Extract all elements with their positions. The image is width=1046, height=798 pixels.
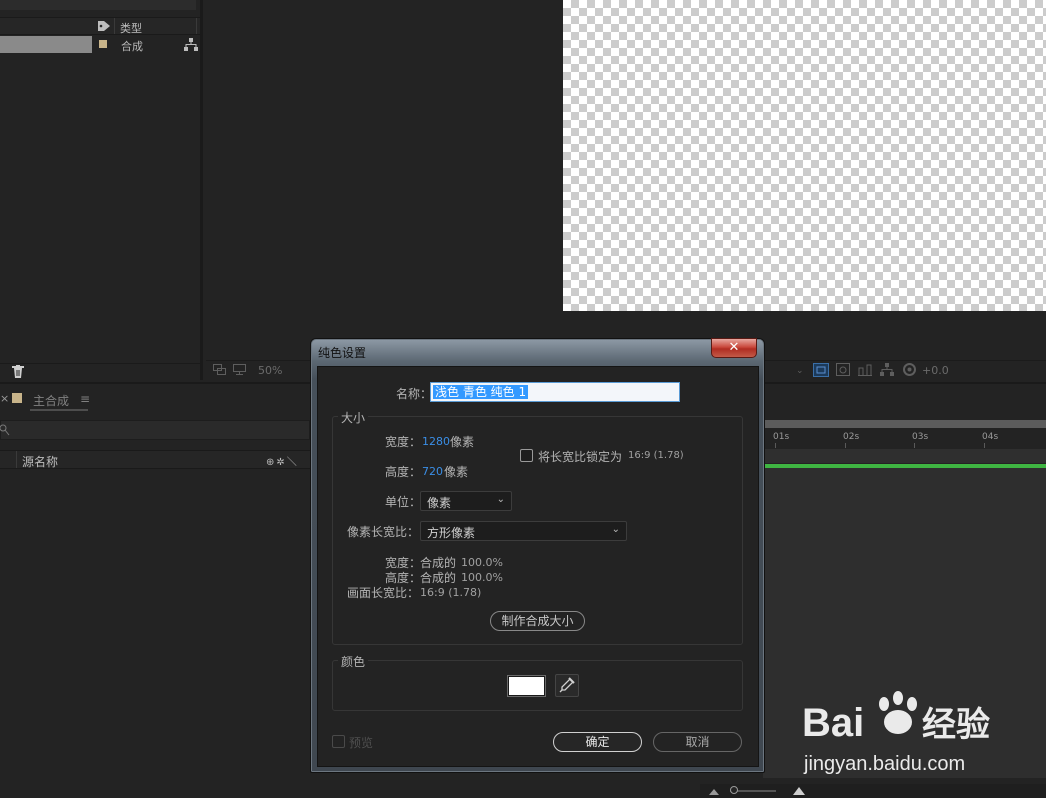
lock-aspect-label[interactable]: 将长宽比锁定为 <box>538 448 622 465</box>
always-preview-icon[interactable] <box>213 364 226 375</box>
tab-underline <box>30 409 88 411</box>
watermark-brand-right: 经验 <box>922 705 990 745</box>
ruler-track[interactable] <box>763 449 1046 463</box>
chevron-down-icon[interactable]: ⌄ <box>796 366 804 376</box>
close-button[interactable]: ✕ <box>711 338 757 358</box>
pixel-aspect-label: 像素长宽比： <box>347 525 420 539</box>
pct-height-value: 合成的 <box>420 571 457 585</box>
frame-aspect-value: 16:9 (1.78) <box>420 586 482 599</box>
lock-aspect-checkbox[interactable] <box>520 449 533 462</box>
pct-height-percent: 100.0% <box>461 571 503 584</box>
cancel-button[interactable]: 取消 <box>653 732 742 752</box>
size-group-title: 大小 <box>338 409 369 426</box>
width-label: 宽度： <box>385 435 422 449</box>
zoom-slider-knob[interactable] <box>730 786 738 794</box>
pixel-aspect-selected: 方形像素 <box>427 526 476 540</box>
label-tag-icon[interactable] <box>97 20 111 32</box>
name-label: 名称： <box>396 387 433 401</box>
chevron-down-icon: ⌄ <box>496 494 505 505</box>
close-tab-icon[interactable]: × <box>0 392 9 405</box>
pct-width-percent: 100.0% <box>461 556 503 569</box>
comp-color-chip <box>12 393 22 403</box>
trash-icon[interactable] <box>12 365 24 378</box>
ruler-tick <box>984 443 985 448</box>
switches-header-icons[interactable]: ⊕✲＼ <box>266 453 299 468</box>
tab-main-comp[interactable]: 主合成 <box>33 392 69 409</box>
project-footer <box>0 363 200 380</box>
exposure-value[interactable]: +0.0 <box>922 364 949 377</box>
column-divider[interactable] <box>196 18 197 34</box>
make-comp-size-button[interactable]: 制作合成大小 <box>490 611 585 631</box>
lock-aspect-ratio: 16:9 (1.78) <box>628 450 684 461</box>
label-color-chip[interactable] <box>99 40 107 48</box>
work-area-bar[interactable] <box>763 420 1046 428</box>
preview-checkbox[interactable] <box>332 735 345 748</box>
source-name-column[interactable]: 源名称 <box>22 453 58 470</box>
transparent-canvas[interactable] <box>563 0 1046 311</box>
units-label: 单位： <box>385 495 422 509</box>
ok-button[interactable]: 确定 <box>553 732 642 752</box>
baidu-jingyan-watermark: Bai 经验 jingyan.baidu.com <box>802 691 990 775</box>
width-unit: 像素 <box>450 435 475 449</box>
panel-menu-icon[interactable]: ≡ <box>80 392 90 406</box>
network-icon[interactable] <box>880 363 894 376</box>
color-group-title: 颜色 <box>338 653 369 670</box>
project-item-selected[interactable] <box>0 36 92 53</box>
watermark-brand-left: Bai <box>802 701 864 745</box>
watermark-url: jingyan.baidu.com <box>803 753 965 775</box>
preview-label[interactable]: 预览 <box>349 734 373 751</box>
units-dropdown[interactable]: 像素 ⌄ <box>420 491 512 511</box>
ruler-tick-label: 01s <box>773 432 790 442</box>
ruler-tick <box>775 443 776 448</box>
project-panel <box>0 0 203 380</box>
column-divider[interactable] <box>114 18 115 34</box>
search-icon[interactable] <box>0 424 10 436</box>
chevron-down-icon: ⌄ <box>611 524 620 535</box>
magnification-dropdown[interactable]: 50% <box>258 364 282 377</box>
timeline-search-input[interactable] <box>0 420 310 440</box>
height-value[interactable]: 720 <box>422 465 443 478</box>
height-unit: 像素 <box>444 465 469 479</box>
item-type: 合成 <box>121 40 143 53</box>
ruler-tick-label: 02s <box>843 432 860 442</box>
frame-aspect-label: 画面长宽比： <box>347 586 420 600</box>
type-column-header[interactable]: 类型 <box>120 20 142 36</box>
eyedropper-icon <box>559 677 575 693</box>
ruler-tick-label: 03s <box>912 432 929 442</box>
zoom-in-icon[interactable] <box>792 786 806 796</box>
pixel-aspect-dropdown[interactable]: 方形像素 ⌄ <box>420 521 627 541</box>
zoom-out-icon[interactable] <box>708 787 720 796</box>
column-divider[interactable] <box>16 451 17 468</box>
ruler-tick <box>914 443 915 448</box>
ruler-tick <box>845 443 846 448</box>
name-field-selected-text[interactable]: 浅色 青色 纯色 1 <box>433 385 529 399</box>
region-of-interest-icon[interactable] <box>813 363 829 377</box>
eyedropper-button[interactable] <box>555 674 579 697</box>
exposure-reset-icon[interactable] <box>903 363 916 376</box>
snapshot-icon[interactable] <box>836 363 850 376</box>
name-field[interactable]: 浅色 青色 纯色 1 <box>430 382 680 402</box>
project-search-strip[interactable] <box>0 0 196 10</box>
show-channel-icon[interactable] <box>858 363 872 376</box>
height-label: 高度： <box>385 465 422 479</box>
width-value[interactable]: 1280 <box>422 435 450 448</box>
ruler-tick-label: 04s <box>982 432 999 442</box>
units-selected: 像素 <box>427 496 452 510</box>
dialog-title: 纯色设置 <box>318 346 367 360</box>
monitor-icon[interactable] <box>233 364 246 375</box>
color-swatch[interactable] <box>507 675 546 697</box>
flowchart-icon[interactable] <box>184 38 198 51</box>
